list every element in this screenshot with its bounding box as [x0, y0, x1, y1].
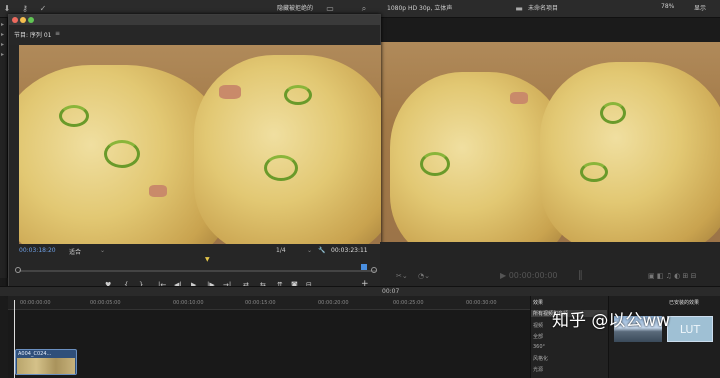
- in-point-handle[interactable]: [15, 267, 21, 273]
- ruler-tick: 00:00:25:00: [393, 300, 424, 306]
- ruler-tick: 00:00:20:00: [318, 300, 349, 306]
- timeline-header: 00:07: [0, 286, 720, 296]
- playhead-marker[interactable]: ▼: [205, 256, 210, 263]
- viewer-window: 节目: 序列 01 ≡ 00:03:18:20 适合 ⌄ 1/4 ⌄ 🔧 00:…: [8, 14, 381, 294]
- project-name[interactable]: 未命名项目: [528, 3, 558, 12]
- import-icon[interactable]: ⬇: [2, 4, 12, 14]
- check-icon[interactable]: ✓: [38, 4, 48, 14]
- program-toolbar: ✂⌄ ◔⌄ ▣ ◧ ♫ ◐ ⊞ ⊟: [380, 242, 720, 288]
- effects-category[interactable]: 视频: [533, 322, 543, 329]
- timeline-ruler[interactable]: 00:00:00:00 00:00:05:00 00:00:10:00 00:0…: [8, 296, 530, 310]
- tool-icon[interactable]: ✂⌄: [396, 272, 408, 280]
- quality-chevron-down-icon[interactable]: ⌄: [307, 247, 312, 254]
- timeline-track[interactable]: [8, 310, 530, 378]
- effects-category[interactable]: 360°: [533, 344, 545, 350]
- ruler-tick: 00:00:15:00: [245, 300, 276, 306]
- installed-title: 已安装的效果: [669, 300, 700, 306]
- effects-category[interactable]: 光源: [533, 366, 543, 373]
- scrub-bar[interactable]: [19, 270, 377, 272]
- program-timecode[interactable]: ▶ 00:00:00:00: [500, 271, 558, 280]
- audio-meter-icon[interactable]: ▣ ◧ ♫ ◐ ⊞ ⊟: [648, 272, 696, 280]
- ruler-tick: 00:00:05:00: [90, 300, 121, 306]
- zoom-button[interactable]: [28, 17, 34, 23]
- ruler-tick: 00:00:30:00: [466, 300, 497, 306]
- effects-category[interactable]: 全部: [533, 333, 543, 340]
- timeline-time: 00:07: [382, 288, 400, 295]
- search-icon[interactable]: ⌕: [359, 4, 369, 14]
- close-button[interactable]: [12, 17, 18, 23]
- layout-icon[interactable]: ▬: [514, 4, 524, 14]
- quality-dropdown[interactable]: 1/4: [276, 247, 286, 254]
- effects-title: 效果: [533, 300, 544, 306]
- fit-chevron-down-icon[interactable]: ⌄: [100, 247, 105, 254]
- minimize-button[interactable]: [20, 17, 26, 23]
- program-viewer-frame: [380, 42, 720, 242]
- window-titlebar: [9, 15, 380, 25]
- clip-thumbnail: [17, 358, 75, 374]
- display-dropdown[interactable]: 显示: [694, 3, 706, 12]
- filmstrip-icon[interactable]: ▭: [325, 4, 335, 14]
- key-icon[interactable]: ⚷: [20, 4, 30, 14]
- lut-label: LUT: [679, 323, 701, 336]
- out-point-handle[interactable]: [361, 264, 367, 270]
- effect-thumbnail-lut[interactable]: LUT: [667, 316, 713, 342]
- expand-arrow-icon[interactable]: ▸: [1, 21, 7, 28]
- watermark: 知乎 @以公ww: [552, 311, 671, 331]
- ruler-tick: 00:00:00:00: [20, 300, 51, 306]
- video-frame: [19, 45, 381, 244]
- menu-icon[interactable]: ≡: [55, 30, 60, 37]
- fit-dropdown[interactable]: 适合: [69, 247, 81, 256]
- current-timecode[interactable]: 00:03:18:20: [19, 247, 56, 254]
- timeline-clip[interactable]: A004_C024...: [15, 349, 77, 375]
- end-point-handle[interactable]: [371, 267, 377, 273]
- duration-timecode: 00:03:23:11: [331, 247, 368, 254]
- clip-label: A004_C024...: [18, 351, 52, 357]
- library-sidebar: ▸ ▸ ▸ ▸: [0, 18, 8, 278]
- expand-arrow-icon[interactable]: ▸: [1, 51, 7, 58]
- wrench-icon[interactable]: 🔧: [318, 247, 325, 254]
- format-label: 1080p HD 30p, 立体声: [387, 5, 453, 12]
- expand-arrow-icon[interactable]: ▸: [1, 31, 7, 38]
- viewer-title[interactable]: 节目: 序列 01: [14, 30, 51, 39]
- zoom-dropdown[interactable]: 78%: [661, 3, 674, 10]
- effects-category[interactable]: 风格化: [533, 355, 548, 362]
- pause-icon[interactable]: ∥: [578, 270, 583, 281]
- filter-dropdown[interactable]: 隐藏被拒绝的: [277, 3, 313, 12]
- speed-icon[interactable]: ◔⌄: [418, 272, 430, 280]
- ruler-tick: 00:00:10:00: [173, 300, 204, 306]
- expand-arrow-icon[interactable]: ▸: [1, 41, 7, 48]
